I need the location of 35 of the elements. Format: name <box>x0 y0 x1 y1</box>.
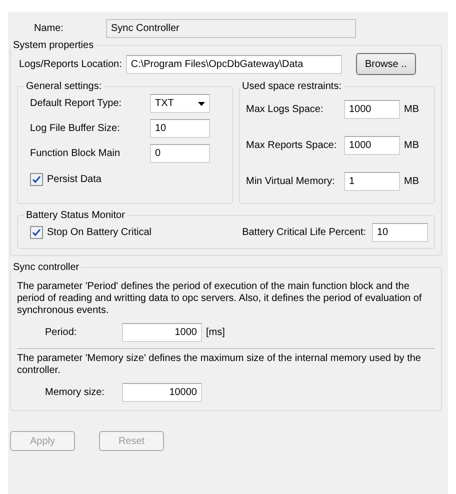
group-title: Used space restraints: <box>241 81 342 92</box>
function-block-field[interactable]: 0 <box>150 144 210 163</box>
group-title: Sync controller <box>12 262 80 273</box>
stop-on-critical-label: Stop On Battery Critical <box>47 227 152 238</box>
buffer-size-field[interactable]: 10 <box>150 119 210 138</box>
memory-size-label: Memory size: <box>44 387 106 398</box>
space-field[interactable]: 1 <box>344 172 400 191</box>
location-field[interactable]: C:\Program Files\OpcDbGateway\Data <box>126 54 342 74</box>
group-title: Battery Status Monitor <box>25 210 126 221</box>
report-type-label: Default Report Type: <box>30 98 123 109</box>
space-label: Max Logs Space: <box>246 104 324 115</box>
browse-button[interactable]: Browse .. <box>356 53 416 75</box>
unit-label: MB <box>404 176 419 187</box>
space-field[interactable]: 1000 <box>344 100 400 119</box>
function-block-label: Function Block Main <box>30 148 122 159</box>
group-title: System properties <box>12 40 95 51</box>
space-label: Max Reports Space: <box>246 140 338 151</box>
life-percent-field[interactable]: 10 <box>372 223 428 242</box>
life-percent-label: Battery Critical Life Percent: <box>242 227 366 238</box>
name-label: Name: <box>34 22 64 34</box>
report-type-dropdown[interactable]: TXT <box>150 94 210 113</box>
period-field[interactable]: 1000 <box>122 323 202 342</box>
memory-size-field[interactable]: 10000 <box>122 383 202 402</box>
unit-label: MB <box>404 104 419 115</box>
period-description: The parameter 'Period' defines the period of execution of the main function block and the period of reading and writting data to opc servers. Also, it defines the period of evaluation of synchronous events. <box>17 281 423 317</box>
group-title: General settings: <box>25 81 103 92</box>
unit-label: [ms] <box>206 327 225 338</box>
space-field[interactable]: 1000 <box>344 136 400 155</box>
period-label: Period: <box>44 327 78 338</box>
unit-label: MB <box>404 140 419 151</box>
buffer-size-label: Log File Buffer Size: <box>30 123 121 134</box>
memory-description: The parameter 'Memory size' defines the maximum size of the internal memory used by the controller. <box>17 353 422 377</box>
location-label: Logs/Reports Location: <box>19 58 122 70</box>
space-label: Min Virtual Memory: <box>246 176 336 187</box>
persist-data-label: Persist Data <box>47 174 102 185</box>
